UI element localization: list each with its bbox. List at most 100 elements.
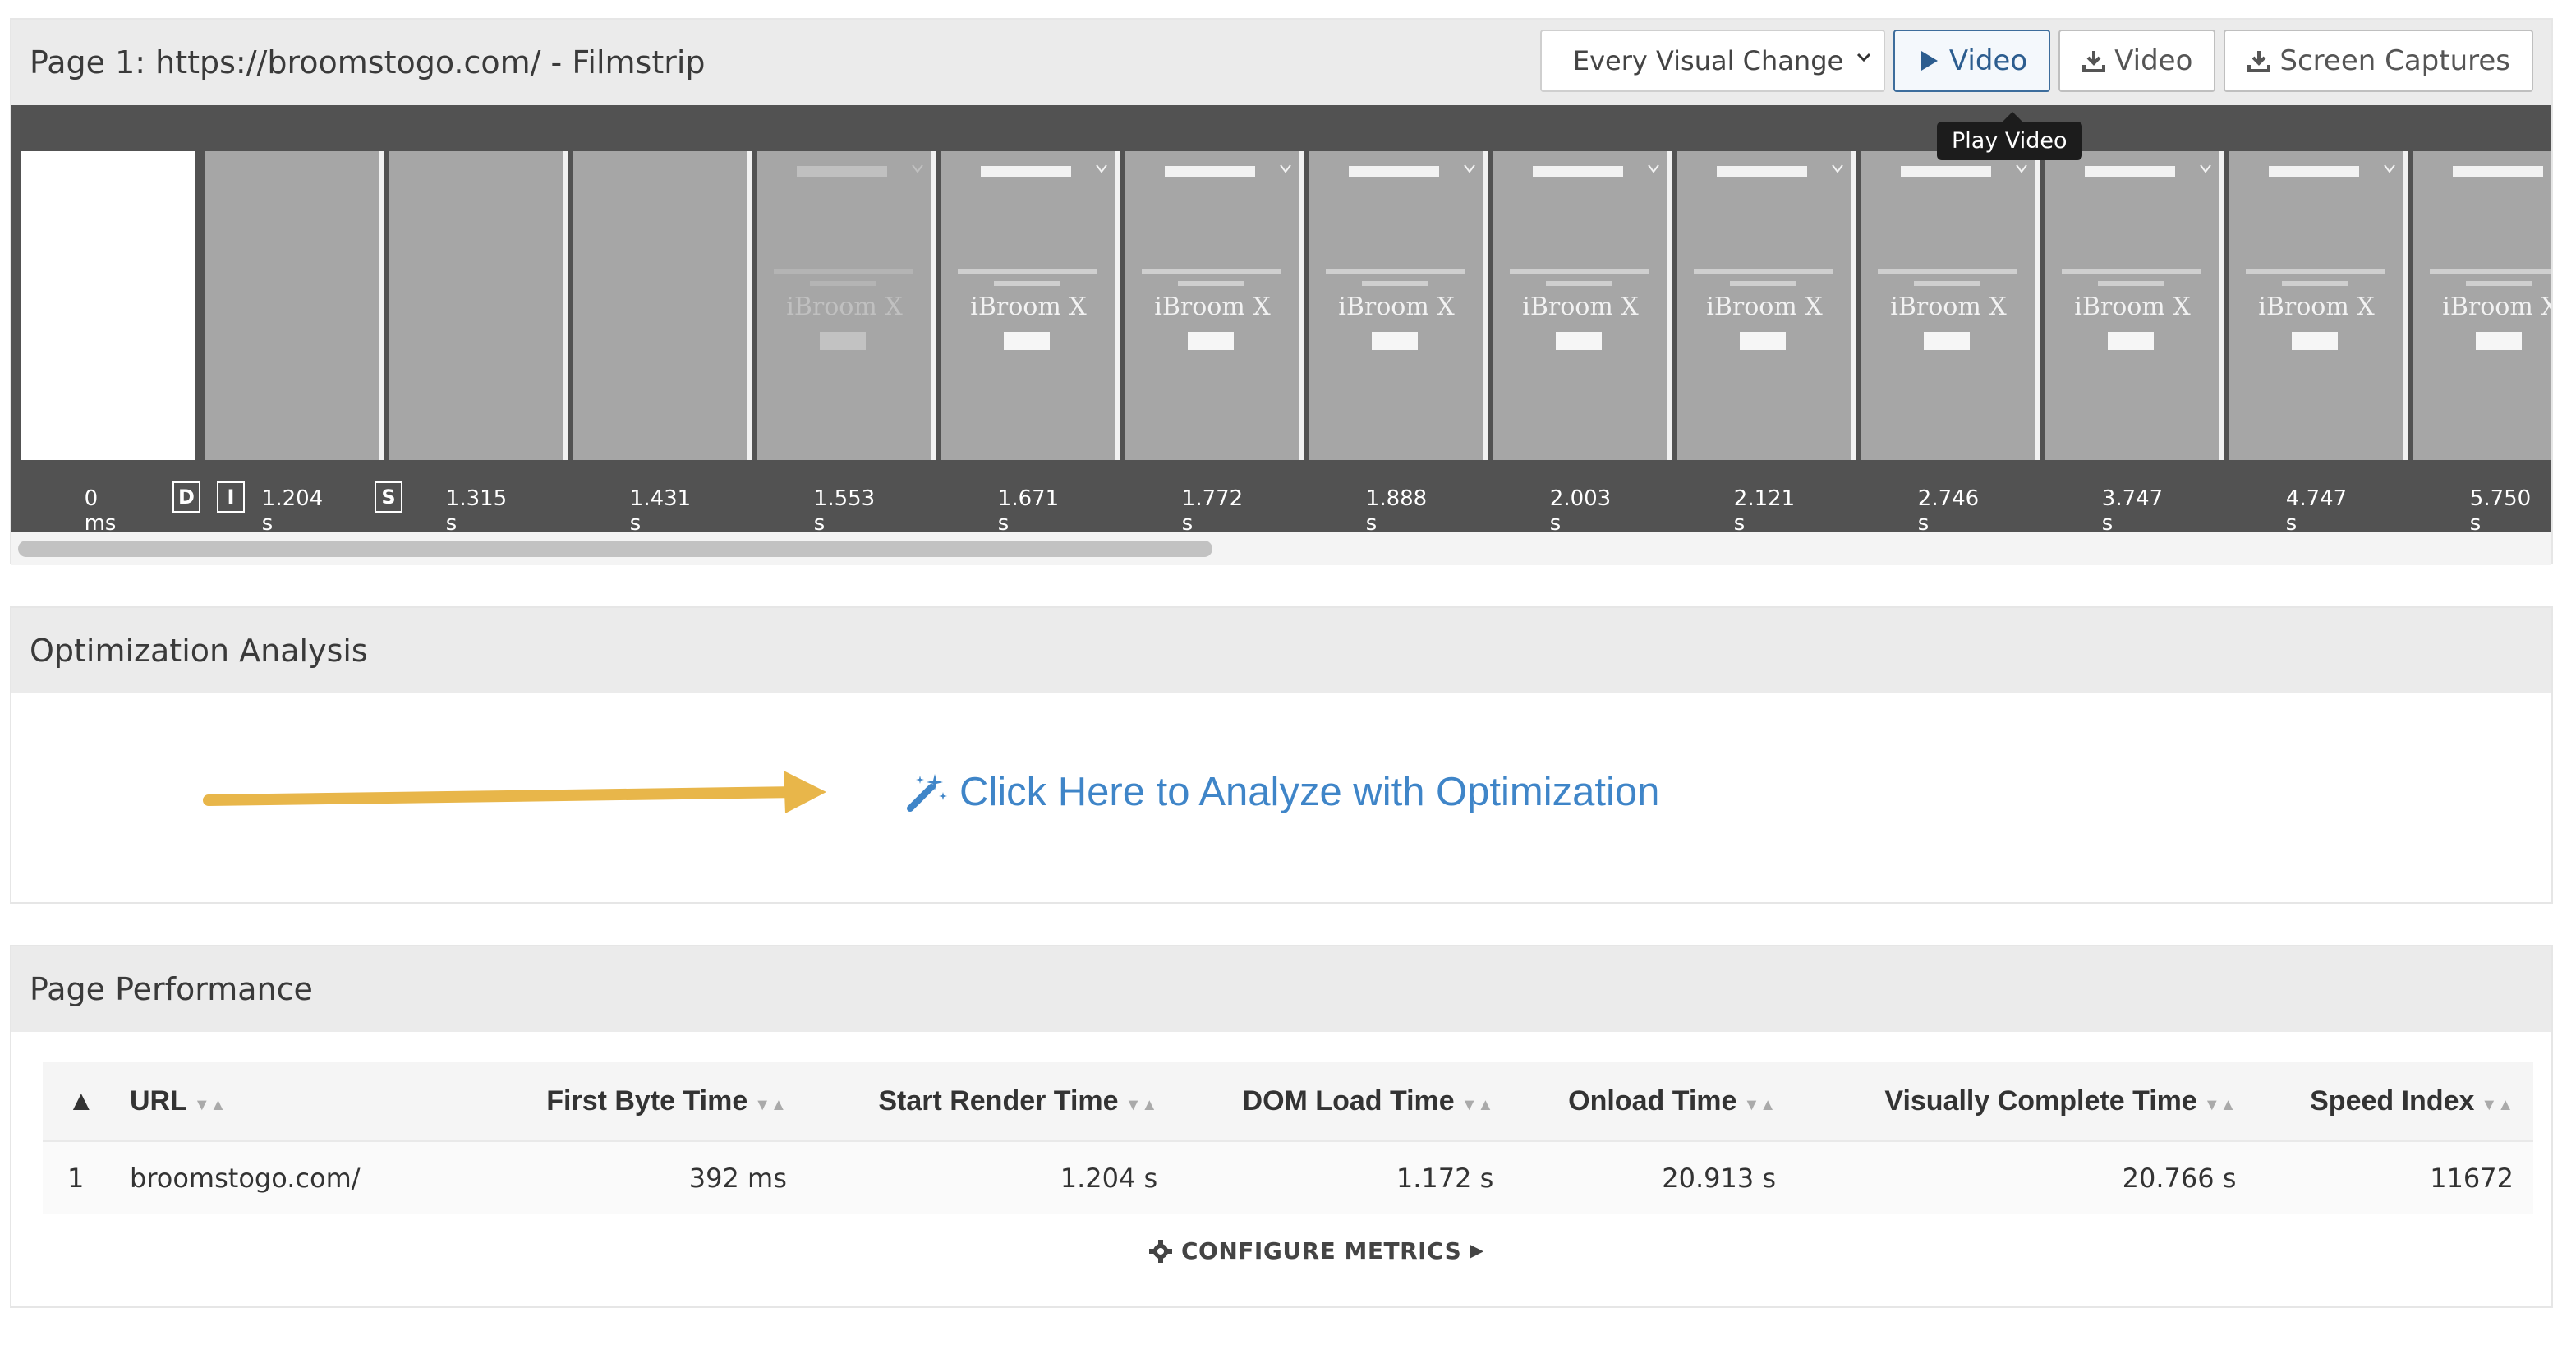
filmstrip-frame[interactable]: iBroom X	[389, 151, 568, 460]
frame-text-line	[2466, 281, 2532, 286]
sort-icon: ▼▲	[193, 1095, 227, 1114]
download-video-button[interactable]: Video	[2058, 30, 2216, 92]
filmstrip-frame[interactable]: iBroom X	[2413, 151, 2551, 460]
frame-cta	[1004, 332, 1050, 350]
frame-time-label: 1.553 s	[813, 486, 876, 532]
filmstrip-frame[interactable]	[21, 151, 196, 460]
optimization-header: Optimization Analysis	[12, 608, 2551, 693]
frame-time-label: 2.121 s	[1733, 486, 1796, 532]
filmstrip-frame[interactable]: iBroom X	[941, 151, 1120, 460]
screen-captures-button[interactable]: Screen Captures	[2224, 30, 2533, 92]
frame-separator	[1484, 151, 1488, 460]
frame-brand-text: iBroom X	[1890, 292, 2007, 321]
column-header-start-render[interactable]: Start Render Time ▼▲	[806, 1062, 1178, 1141]
frame-text-line	[2098, 281, 2164, 286]
filmstrip-marker: D	[172, 481, 200, 513]
chevron-down-icon	[1856, 53, 1870, 62]
heart-icon	[1280, 164, 1291, 173]
filmstrip-frame[interactable]: iBroom X	[573, 151, 752, 460]
frame-time-label: 1.772 s	[1181, 486, 1244, 532]
frame-cta	[1740, 332, 1786, 350]
frame-text-line	[1694, 269, 1833, 274]
filmstrip-frame[interactable]: iBroom X	[1861, 151, 2040, 460]
filmstrip-frame[interactable]: iBroom X	[2229, 151, 2408, 460]
frame-separator	[564, 151, 568, 460]
column-header-visually-complete[interactable]: Visually Complete Time ▼▲	[1796, 1062, 2256, 1141]
table-header-row: ▲ URL ▼▲ First Byte Time ▼▲ Start Render T…	[43, 1062, 2533, 1141]
frame-header	[981, 166, 1071, 177]
column-header-url[interactable]: URL ▼▲	[129, 1062, 484, 1141]
index-column-header[interactable]: ▲	[43, 1062, 129, 1141]
frame-header	[1901, 166, 1991, 177]
play-video-button[interactable]: Video	[1893, 30, 2051, 92]
frame-time-label: 3.747 s	[2101, 486, 2164, 532]
frame-separator	[748, 151, 752, 460]
frame-text-line	[1178, 281, 1244, 286]
filmstrip-frame[interactable]: iBroom X	[1677, 151, 1856, 460]
frame-header	[1165, 166, 1255, 177]
scrollbar-thumb[interactable]	[18, 541, 1212, 557]
filmstrip-frame[interactable]: iBroom X	[1493, 151, 1672, 460]
heart-icon	[912, 164, 923, 173]
sort-icon: ▼▲	[2203, 1095, 2237, 1114]
frame-time-label: 0 ms	[84, 486, 117, 532]
analyze-optimization-link[interactable]: Click Here to Analyze with Optimization	[905, 769, 1659, 815]
filmstrip[interactable]: 0 ms iBroom X 1.204 s iBroom X 1.315 s iBroom…	[12, 105, 2551, 532]
sort-icon: ▼▲	[754, 1095, 787, 1114]
filmstrip-title: Page 1: https://broomstogo.com/ - Filmst…	[30, 44, 706, 81]
row-url[interactable]: broomstogo.com/	[129, 1140, 484, 1214]
frame-time-label: 4.747 s	[2285, 486, 2348, 532]
row-first-byte: 392 ms	[484, 1140, 807, 1214]
heart-icon	[1832, 164, 1843, 173]
filmstrip-frame[interactable]: iBroom X	[1309, 151, 1488, 460]
filmstrip-frame[interactable]: iBroom X	[757, 151, 936, 460]
frame-time-label: 1.315 s	[445, 486, 508, 532]
frame-text-line	[1546, 281, 1612, 286]
table-row: 1 broomstogo.com/ 392 ms 1.204 s 1.172 s…	[43, 1140, 2533, 1214]
heart-icon	[2384, 164, 2395, 173]
column-header-speed-index[interactable]: Speed Index ▼▲	[2256, 1062, 2533, 1141]
sort-icon: ▼▲	[1460, 1095, 1494, 1114]
frame-text-line	[2062, 269, 2201, 274]
filmstrip-marker: I	[217, 481, 245, 513]
filmstrip-header: Page 1: https://broomstogo.com/ - Filmst…	[12, 20, 2551, 105]
play-icon	[1920, 51, 1938, 71]
frame-cta	[1372, 332, 1418, 350]
frame-time-label: 2.003 s	[1549, 486, 1612, 532]
frame-brand-text: iBroom X	[786, 292, 903, 321]
magic-wand-icon	[907, 774, 947, 812]
column-header-first-byte[interactable]: First Byte Time ▼▲	[484, 1062, 807, 1141]
filmstrip-frame[interactable]: iBroom X	[205, 151, 384, 460]
frame-interval-select[interactable]: Every Visual Change	[1539, 30, 1885, 92]
performance-table: ▲ URL ▼▲ First Byte Time ▼▲ Start Render T…	[43, 1062, 2533, 1214]
row-visually-complete: 20.766 s	[1796, 1140, 2256, 1214]
frame-brand-text: iBroom X	[2442, 292, 2551, 321]
sort-icon: ▼▲	[1743, 1095, 1777, 1114]
frame-cta	[1556, 332, 1602, 350]
frame-cta	[820, 332, 866, 350]
frame-brand-text: iBroom X	[1706, 292, 1823, 321]
optimization-panel: Optimization Analysis Click Here to Anal…	[10, 606, 2553, 904]
filmstrip-frame[interactable]: iBroom X	[2045, 151, 2224, 460]
row-index: 1	[43, 1140, 129, 1214]
frame-header	[1349, 166, 1439, 177]
frame-time-label: 5.750 s	[2469, 486, 2532, 532]
row-start-render: 1.204 s	[806, 1140, 1178, 1214]
heart-icon	[2016, 164, 2027, 173]
row-speed-index: 11672	[2256, 1140, 2533, 1214]
column-header-onload[interactable]: Onload Time ▼▲	[1513, 1062, 1796, 1141]
frame-text-line	[810, 281, 876, 286]
frame-interval-value: Every Visual Change	[1572, 45, 1844, 76]
filmstrip-frame[interactable]: iBroom X	[1125, 151, 1304, 460]
filmstrip-scrollbar[interactable]	[12, 532, 2551, 565]
frame-text-line	[1510, 269, 1649, 274]
frame-separator	[2220, 151, 2224, 460]
frame-text-line	[774, 269, 913, 274]
frame-cta	[2292, 332, 2338, 350]
frame-time-label: 1.671 s	[997, 486, 1060, 532]
frame-separator	[2036, 151, 2040, 460]
column-header-dom-load[interactable]: DOM Load Time ▼▲	[1177, 1062, 1514, 1141]
heart-icon	[1464, 164, 1475, 173]
frame-header	[1717, 166, 1807, 177]
configure-metrics-button[interactable]: CONFIGURE METRICS ▶	[1148, 1237, 1484, 1264]
